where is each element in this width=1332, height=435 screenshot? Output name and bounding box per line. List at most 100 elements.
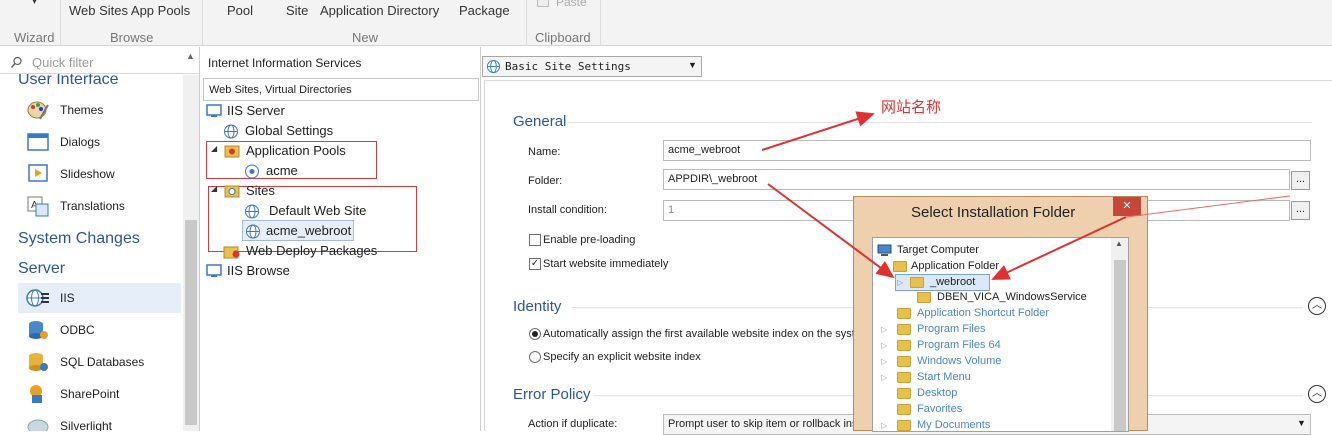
left-nav-scrollbar[interactable] (183, 75, 199, 431)
nav-item-silverlight[interactable]: Silverlight (18, 411, 181, 431)
start-website-checkbox[interactable]: ✓ (529, 258, 541, 270)
ribbon: ▾ Wizard Web Sites App Pools Browse Pool… (0, 0, 1332, 46)
iis-tree-panel: Internet Information Services Web Sites,… (201, 47, 481, 431)
sql-database-icon (29, 353, 48, 371)
ribbon-separator (600, 0, 601, 46)
paste-button[interactable]: Paste (556, 0, 587, 9)
auto-assign-radio[interactable] (529, 328, 541, 340)
folder-label: Windows Volume (917, 355, 1002, 367)
collapse-chevron-icon[interactable]: ▲ (186, 51, 195, 61)
new-application-directory-button[interactable]: Application Directory (320, 3, 439, 18)
nav-item-label: ODBC (60, 323, 95, 337)
nav-item-odbc[interactable]: ODBC (18, 315, 181, 345)
left-navigation-panel: Quick filter ▲ User Interface Themes Dia… (0, 47, 200, 431)
expand-arrow-icon[interactable]: ▷ (897, 278, 903, 287)
section-system-changes[interactable]: System Changes (18, 230, 140, 248)
folder-label: _webroot (930, 276, 976, 288)
globe-icon (486, 59, 501, 74)
web-sites-app-pools-button[interactable]: Web Sites App Pools (69, 3, 190, 18)
wizard-dropdown-icon[interactable]: ▾ (32, 0, 37, 7)
nav-item-label: SQL Databases (60, 355, 145, 369)
nav-item-sql-databases[interactable]: SQL Databases (18, 347, 181, 377)
nav-item-label: Dialogs (60, 135, 101, 149)
enable-preloading-checkbox[interactable] (529, 234, 541, 246)
tree-item-label: Application Pools (246, 143, 346, 158)
computer-icon (877, 244, 892, 256)
expand-arrow-icon[interactable]: ▷ (881, 357, 887, 366)
folder-icon (910, 277, 924, 288)
globe-list-icon (26, 289, 49, 307)
nav-item-translations[interactable]: A Translations (18, 191, 181, 221)
folder-tree: ▲ Target Computer ◢ Application Folder ▷… (872, 237, 1129, 432)
chevron-down-icon: ▼ (688, 60, 697, 70)
scrollbar-thumb[interactable] (185, 220, 197, 425)
section-general: General (513, 113, 567, 130)
ribbon-separator (60, 0, 61, 46)
scrollbar-thumb[interactable] (1114, 260, 1126, 431)
collapse-identity-icon[interactable]: ︿ (1308, 297, 1326, 315)
nav-item-label: Themes (60, 103, 104, 117)
tree-item-label: IIS Browse (227, 263, 290, 278)
folder-icon (897, 404, 911, 415)
search-icon (10, 56, 22, 68)
dialog-close-button[interactable]: ✕ (1113, 197, 1141, 216)
tree-item-label: acme_webroot (266, 223, 352, 238)
new-site-button[interactable]: Site (286, 3, 308, 18)
expand-arrow-icon[interactable]: ▷ (881, 373, 887, 382)
quick-filter-box[interactable]: Quick filter ▲ (0, 50, 199, 74)
tree-subheader: Web Sites, Virtual Directories (203, 78, 479, 101)
expand-arrow-icon[interactable]: ▷ (881, 421, 887, 430)
sites-folder-icon (224, 185, 240, 198)
name-input[interactable]: acme_webroot (663, 140, 1311, 161)
folder-webroot[interactable]: ▷ _webroot (895, 274, 990, 291)
folder-label: Folder: (528, 175, 563, 187)
collapse-error-policy-icon[interactable]: ︿ (1308, 385, 1326, 403)
folder-icon (897, 308, 911, 319)
quick-filter-input[interactable]: Quick filter (32, 55, 93, 70)
nav-item-label: IIS (60, 291, 75, 305)
server-icon (206, 104, 222, 117)
folder-input[interactable]: APPDIR\_webroot (663, 169, 1290, 190)
folder-label: Program Files (917, 323, 986, 335)
enable-preloading-label[interactable]: Enable pre-loading (543, 234, 635, 246)
view-select-dropdown[interactable]: Basic Site Settings ▼ (482, 56, 702, 77)
folder-icon (897, 340, 911, 351)
new-pool-button[interactable]: Pool (227, 3, 253, 18)
folder-tree-scrollbar[interactable]: ▲ (1111, 238, 1128, 431)
folder-label: Application Shortcut Folder (917, 307, 1050, 319)
section-identity: Identity (513, 298, 562, 315)
new-package-button[interactable]: Package (459, 3, 510, 18)
section-divider (568, 122, 1312, 123)
expand-arrow-icon[interactable]: ◢ (211, 184, 217, 193)
ribbon-separator (526, 0, 527, 46)
folder-label: DBEN_VICA_WindowsService (937, 291, 1087, 303)
expand-arrow-icon[interactable]: ▷ (881, 341, 887, 350)
expand-arrow-icon[interactable]: ◢ (881, 262, 887, 271)
folder-label: Start Menu (917, 371, 971, 383)
nav-item-iis[interactable]: IIS (18, 283, 181, 313)
section-server[interactable]: Server (18, 260, 65, 278)
browse-monitor-icon (206, 264, 222, 277)
install-condition-browse-button[interactable]: ... (1291, 201, 1310, 220)
specify-index-radio[interactable] (529, 351, 541, 363)
nav-item-dialogs[interactable]: Dialogs (18, 127, 181, 157)
nav-item-slideshow[interactable]: Slideshow (18, 159, 181, 189)
auto-assign-label[interactable]: Automatically assign the first available… (543, 328, 855, 340)
tree-item-acme-webroot[interactable]: acme_webroot (242, 220, 354, 241)
expand-arrow-icon[interactable]: ◢ (211, 144, 217, 153)
folder-icon (917, 292, 931, 303)
nav-item-sharepoint[interactable]: SharePoint (18, 379, 181, 409)
nav-item-label: Slideshow (60, 167, 115, 181)
scroll-up-icon[interactable]: ▲ (1115, 239, 1123, 248)
nav-item-label: Translations (60, 199, 125, 213)
start-website-label[interactable]: Start website immediately (543, 258, 668, 270)
section-user-interface[interactable]: User Interface (18, 74, 118, 89)
folder-icon (897, 420, 911, 431)
expand-arrow-icon[interactable]: ▷ (881, 325, 887, 334)
palette-icon (27, 101, 49, 120)
folder-browse-button[interactable]: ... (1291, 171, 1310, 190)
specify-index-label[interactable]: Specify an explicit website index (543, 351, 701, 363)
nav-item-themes[interactable]: Themes (18, 95, 181, 125)
install-condition-label: Install condition: (528, 204, 607, 216)
tree-header: Internet Information Services (208, 56, 362, 70)
